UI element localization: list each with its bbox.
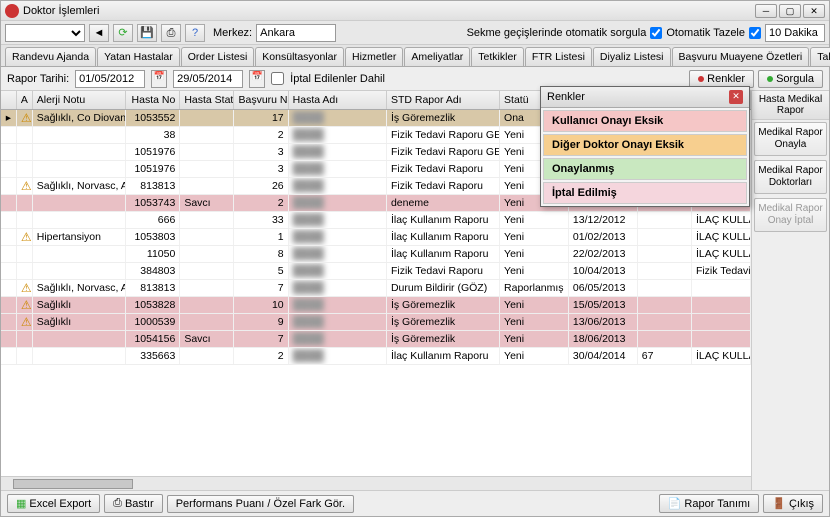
side-panel: Hasta Medikal Rapor Medikal Rapor Onayla… [751, 91, 829, 490]
tab-10[interactable]: Taburcu Listesi [810, 47, 830, 66]
sorgula-button[interactable]: Sorgula [758, 70, 823, 88]
sekme-checkbox[interactable] [650, 27, 662, 39]
table-row[interactable]: 3356632████İlaç Kullanım RaporuYeni30/04… [1, 348, 751, 365]
table-row[interactable]: 110508████İlaç Kullanım RaporuYeni22/02/… [1, 246, 751, 263]
legend-iptal-edilmis: İptal Edilmiş [543, 182, 747, 204]
rapor-tarihi-label: Rapor Tarihi: [7, 73, 69, 85]
iptal-label: İptal Edilenler Dahil [290, 73, 385, 85]
merkez-input[interactable] [256, 24, 336, 42]
rapor-tanimi-button[interactable]: 📄Rapor Tanımı [659, 494, 760, 513]
tab-9[interactable]: Başvuru Muayene Özetleri [672, 47, 810, 66]
performans-button[interactable]: Performans Puanı / Özel Fark Gör. [167, 495, 354, 513]
side-onay-iptal-button[interactable]: Medikal Rapor Onay İptal [754, 198, 827, 232]
table-row[interactable]: 1054156Savcı7████İş GöremezlikYeni18/06/… [1, 331, 751, 348]
table-row[interactable]: ⚠Sağlıklı10005399████İş GöremezlikYeni13… [1, 314, 751, 331]
tab-3[interactable]: Konsültasyonlar [255, 47, 344, 66]
date-from-picker[interactable]: 📅 [151, 70, 167, 88]
print-button[interactable]: ⎙ [161, 24, 181, 42]
column-header[interactable]: Başvuru No [234, 91, 288, 109]
tab-4[interactable]: Hizmetler [345, 47, 403, 66]
side-onayla-button[interactable]: Medikal Rapor Onayla [754, 122, 827, 156]
legend-diger-doktor-onayi-eksik: Diğer Doktor Onayı Eksik [543, 134, 747, 156]
column-header[interactable]: Alerji Notu [33, 91, 126, 109]
table-row[interactable]: ⚠Sağlıklı, Norvasc, As8138137████Durum B… [1, 280, 751, 297]
footer-bar: ▦Excel Export ⎙Bastır Performans Puanı /… [1, 490, 829, 516]
tab-2[interactable]: Order Listesi [181, 47, 255, 66]
help-button[interactable]: ? [185, 24, 205, 42]
sekme-label: Sekme geçişlerinde otomatik sorgula [467, 27, 647, 39]
side-doktorlari-button[interactable]: Medikal Rapor Doktorları [754, 160, 827, 194]
tabstrip: Randevu AjandaYatan HastalarOrder Listes… [1, 45, 829, 67]
column-header[interactable]: Hasta Adı [289, 91, 387, 109]
tab-8[interactable]: Diyaliz Listesi [593, 47, 671, 66]
maximize-button[interactable]: ▢ [779, 4, 801, 18]
side-header: Hasta Medikal Rapor [752, 91, 829, 120]
column-header[interactable]: STD Rapor Adı [387, 91, 500, 109]
window-title: Doktor İşlemleri [23, 5, 755, 17]
tab-7[interactable]: FTR Listesi [525, 47, 592, 66]
main-toolbar: ◄ ⟳ 💾 ⎙ ? Merkez: Sekme geçişlerinde oto… [1, 21, 829, 45]
titlebar: Doktor İşlemleri ─ ▢ ✕ [1, 1, 829, 21]
date-to-input[interactable] [173, 70, 243, 88]
table-row[interactable]: 3848035████Fizik Tedavi RaporuYeni10/04/… [1, 263, 751, 280]
date-from-input[interactable] [75, 70, 145, 88]
renkler-popup: Renkler ✕ Kullanıcı Onayı Eksik Diğer Do… [540, 86, 750, 207]
otomatik-checkbox[interactable] [749, 27, 761, 39]
excel-export-button[interactable]: ▦Excel Export [7, 494, 100, 513]
tab-5[interactable]: Ameliyatlar [404, 47, 470, 66]
tab-1[interactable]: Yatan Hastalar [97, 47, 180, 66]
app-icon [5, 4, 19, 18]
back-button[interactable]: ◄ [89, 24, 109, 42]
column-header[interactable]: Hasta Statü [180, 91, 234, 109]
column-header[interactable]: A [17, 91, 33, 109]
minimize-button[interactable]: ─ [755, 4, 777, 18]
tab-6[interactable]: Tetkikler [471, 47, 524, 66]
tab-0[interactable]: Randevu Ajanda [5, 47, 96, 66]
otomatik-label: Otomatik Tazele [666, 27, 745, 39]
renkler-button[interactable]: Renkler [689, 70, 754, 88]
popup-close-button[interactable]: ✕ [729, 90, 743, 104]
interval-input[interactable] [765, 24, 825, 42]
legend-kullanici-onayi-eksik: Kullanıcı Onayı Eksik [543, 110, 747, 132]
table-row[interactable]: ⚠Sağlıklı105382810████İş GöremezlikYeni1… [1, 297, 751, 314]
column-header[interactable] [1, 91, 17, 109]
legend-onaylanmis: Onaylanmış [543, 158, 747, 180]
nav-combo[interactable] [5, 24, 85, 42]
table-row[interactable]: 66633████İlaç Kullanım RaporuYeni13/12/2… [1, 212, 751, 229]
iptal-checkbox[interactable] [271, 72, 284, 85]
merkez-label: Merkez: [213, 27, 252, 39]
date-to-picker[interactable]: 📅 [249, 70, 265, 88]
close-button[interactable]: ✕ [803, 4, 825, 18]
cikis-button[interactable]: 🚪Çıkış [763, 494, 823, 513]
bastir-button[interactable]: ⎙Bastır [104, 494, 163, 513]
save-button[interactable]: 💾 [137, 24, 157, 42]
refresh-button[interactable]: ⟳ [113, 24, 133, 42]
popup-title: Renkler [547, 91, 729, 103]
column-header[interactable]: Hasta No [126, 91, 180, 109]
horizontal-scrollbar[interactable] [1, 476, 751, 490]
table-row[interactable]: ⚠Hipertansiyon10538031████İlaç Kullanım … [1, 229, 751, 246]
